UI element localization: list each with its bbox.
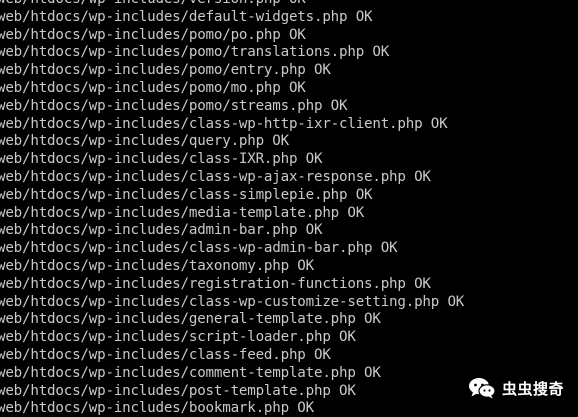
terminal-line: web/htdocs/wp-includes/registration-func… [0,275,431,292]
terminal-line: web/htdocs/wp-includes/class-wp-customiz… [0,293,465,310]
terminal-line: web/htdocs/wp-includes/class-wp-http-ixr… [0,115,448,132]
watermark: 虫虫搜奇 [468,377,564,399]
terminal-line: web/htdocs/wp-includes/class-wp-ajax-res… [0,168,431,185]
terminal-output: web/htdocs/wp-includes/version.php OK we… [0,0,578,417]
terminal-line: web/htdocs/wp-includes/general-template.… [0,311,381,328]
terminal-line: web/htdocs/wp-includes/class-simplepie.p… [0,186,373,203]
terminal-line: web/htdocs/wp-includes/pomo/mo.php OK [0,79,306,96]
terminal-line: web/htdocs/wp-includes/media-template.ph… [0,204,365,221]
terminal-line: web/htdocs/wp-includes/class-IXR.php OK [0,151,323,168]
terminal-line: web/htdocs/wp-includes/query.php OK [0,133,289,150]
terminal-line: web/htdocs/wp-includes/script-loader.php… [0,329,356,346]
terminal-line: web/htdocs/wp-includes/taxonomy.php OK [0,257,314,274]
terminal-line: web/htdocs/wp-includes/bookmark.php OK [0,400,314,417]
terminal-line: web/htdocs/wp-includes/version.php OK [0,0,464,9]
terminal-line: web/htdocs/wp-includes/comment-template.… [0,364,381,381]
terminal-line: web/htdocs/wp-includes/default-widgets.p… [0,8,373,25]
terminal-lines: web/htdocs/wp-includes/version.php OK we… [0,0,464,417]
watermark-text: 虫虫搜奇 [501,379,564,398]
terminal-line: web/htdocs/wp-includes/admin-bar.php OK [0,222,323,239]
terminal-line: web/htdocs/wp-includes/pomo/translations… [0,44,390,61]
terminal-line: web/htdocs/wp-includes/pomo/entry.php OK [0,62,331,79]
terminal-line: web/htdocs/wp-includes/class-feed.php OK [0,346,331,363]
terminal-line: web/htdocs/wp-includes/post-template.php… [0,382,356,399]
wechat-icon [468,378,496,399]
terminal-line: web/htdocs/wp-includes/class-wp-admin-ba… [0,240,398,257]
terminal-line: web/htdocs/wp-includes/pomo/streams.php … [0,97,348,114]
terminal-line: web/htdocs/wp-includes/pomo/po.php OK [0,26,306,43]
